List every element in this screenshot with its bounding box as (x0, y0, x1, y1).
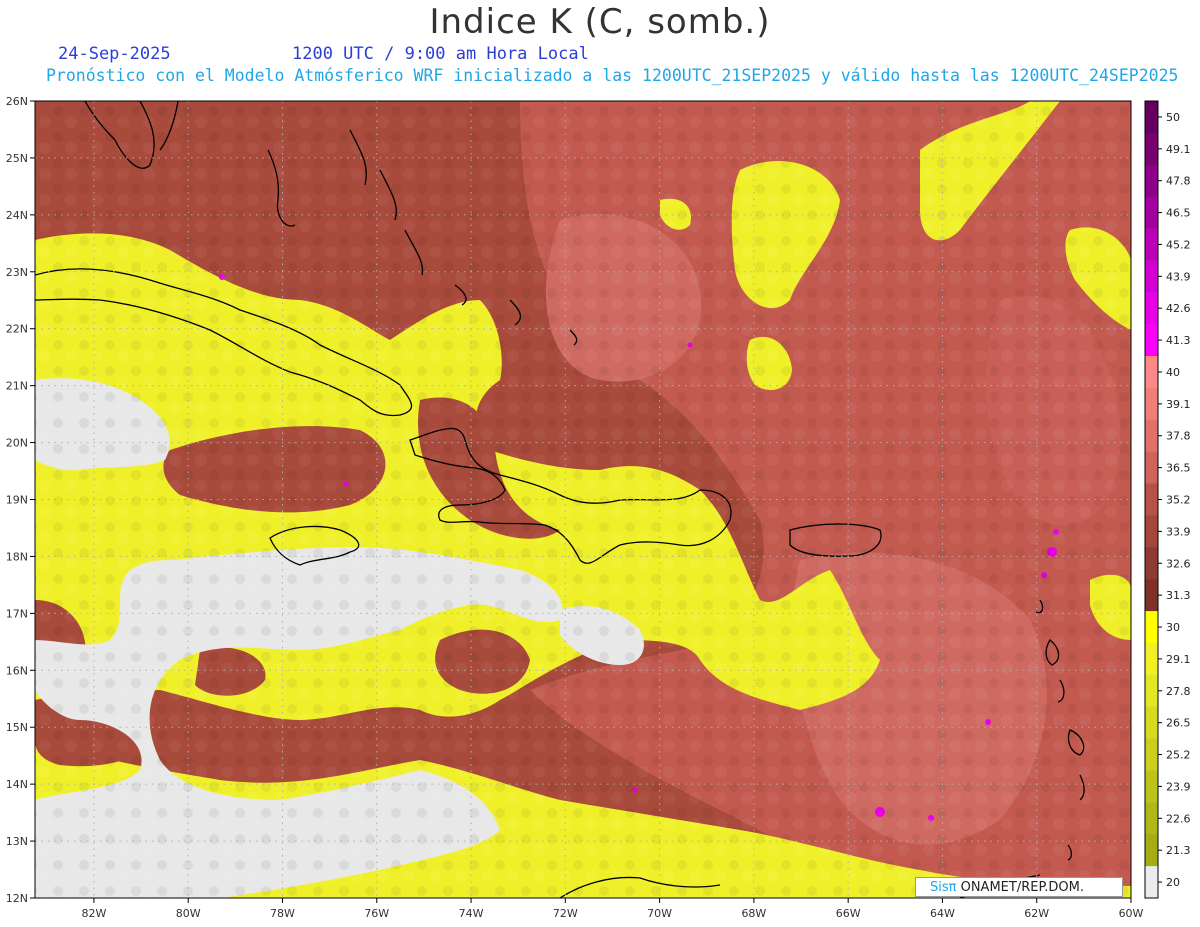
colorbar-swatch (1145, 866, 1158, 899)
lon-label: 68W (741, 907, 766, 920)
lat-label: 17N (6, 607, 28, 620)
map-figure: 82W 80W 78W 76W 74W 72W 70W 68W 66W 64W 62W 60W 26N 2… (6, 95, 1191, 920)
colorbar-swatch (1145, 451, 1158, 485)
colorbar-label: 47.8 (1166, 175, 1191, 188)
credit-suffix: ONAMET/REP.DOM. (956, 880, 1084, 895)
colorbar-label: 21.3 (1166, 844, 1191, 857)
colorbar-label: 31.3 (1166, 589, 1191, 602)
colorbar-label: 43.9 (1166, 270, 1191, 283)
lat-label: 23N (6, 266, 28, 279)
lat-label: 18N (6, 550, 28, 563)
colorbar-swatch (1145, 483, 1158, 516)
colorbar-swatch (1145, 738, 1158, 771)
lat-label: 15N (6, 721, 28, 734)
lon-label: 82W (81, 907, 106, 920)
colorbar-label: 41.3 (1166, 334, 1191, 347)
k-index-field (35, 101, 1131, 898)
colorbar-label: 20 (1166, 876, 1180, 889)
colorbar-label: 32.6 (1166, 557, 1191, 570)
lon-label: 62W (1024, 907, 1049, 920)
credit-box: Sisπ ONAMET/REP.DOM. (915, 877, 1123, 897)
colorbar-label: 37.8 (1166, 430, 1191, 443)
colorbar-swatch (1145, 515, 1158, 548)
colorbar-swatch (1145, 419, 1158, 453)
colorbar-swatch (1145, 292, 1158, 325)
colorbar-swatch (1145, 387, 1158, 421)
colorbar-swatch (1145, 579, 1158, 612)
colorbar-swatch (1145, 356, 1158, 389)
colorbar-label: 50 (1166, 111, 1180, 124)
colorbar-swatch (1145, 164, 1158, 198)
colorbar-swatch (1145, 260, 1158, 293)
colorbar-swatch (1145, 228, 1158, 261)
lon-label: 72W (553, 907, 578, 920)
colorbar-label: 46.5 (1166, 207, 1191, 220)
lat-label: 24N (6, 209, 28, 222)
colorbar-swatch (1145, 834, 1158, 867)
lon-label: 66W (836, 907, 861, 920)
colorbar-label: 29.1 (1166, 653, 1191, 666)
colorbar-swatch (1145, 132, 1158, 166)
lat-label: 12N (6, 892, 28, 905)
lat-label: 14N (6, 778, 28, 791)
lon-label: 80W (176, 907, 201, 920)
lon-label: 64W (930, 907, 955, 920)
colorbar-label: 26.5 (1166, 717, 1191, 730)
colorbar-label: 45.2 (1166, 238, 1191, 251)
colorbar-swatch (1145, 706, 1158, 740)
lon-label: 74W (459, 907, 484, 920)
colorbar-swatch (1145, 101, 1158, 134)
lon-label: 78W (270, 907, 295, 920)
colorbar-label: 36.5 (1166, 462, 1191, 475)
colorbar-label: 40 (1166, 366, 1180, 379)
lat-label: 20N (6, 437, 28, 450)
colorbar-label: 22.6 (1166, 812, 1191, 825)
lat-label: 21N (6, 380, 28, 393)
colorbar-label: 30 (1166, 621, 1180, 634)
colorbar-swatch (1145, 547, 1158, 580)
colorbar-label: 49.1 (1166, 143, 1191, 156)
colorbar-swatch (1145, 802, 1158, 835)
colorbar-swatch (1145, 611, 1158, 644)
colorbar-label: 25.2 (1166, 749, 1191, 762)
colorbar-swatch (1145, 196, 1158, 230)
colorbar-label: 27.8 (1166, 685, 1191, 698)
colorbar-label: 42.6 (1166, 302, 1191, 315)
lat-label: 25N (6, 152, 28, 165)
lat-label: 19N (6, 494, 28, 507)
lat-label: 22N (6, 323, 28, 336)
colorbar-swatch (1145, 770, 1158, 803)
colorbar-swatch (1145, 324, 1158, 357)
lon-label: 60W (1119, 907, 1144, 920)
colorbar-swatch (1145, 674, 1158, 708)
colorbar-swatch (1145, 642, 1158, 676)
credit-prefix: Sis (930, 880, 949, 895)
colorbar-label: 39.1 (1166, 398, 1191, 411)
lat-label: 13N (6, 835, 28, 848)
lon-label: 70W (647, 907, 672, 920)
colorbar-label: 23.9 (1166, 780, 1191, 793)
lat-label: 16N (6, 664, 28, 677)
colorbar-label: 35.2 (1166, 494, 1191, 507)
colorbar-label: 33.9 (1166, 525, 1191, 538)
lon-label: 76W (364, 907, 389, 920)
colorbar: 50 49.1 47.8 46.5 45.2 43.9 42.6 41.3 40 39.1 37.8… (1144, 100, 1191, 899)
field-texture (35, 101, 1131, 898)
lat-label: 26N (6, 95, 28, 108)
